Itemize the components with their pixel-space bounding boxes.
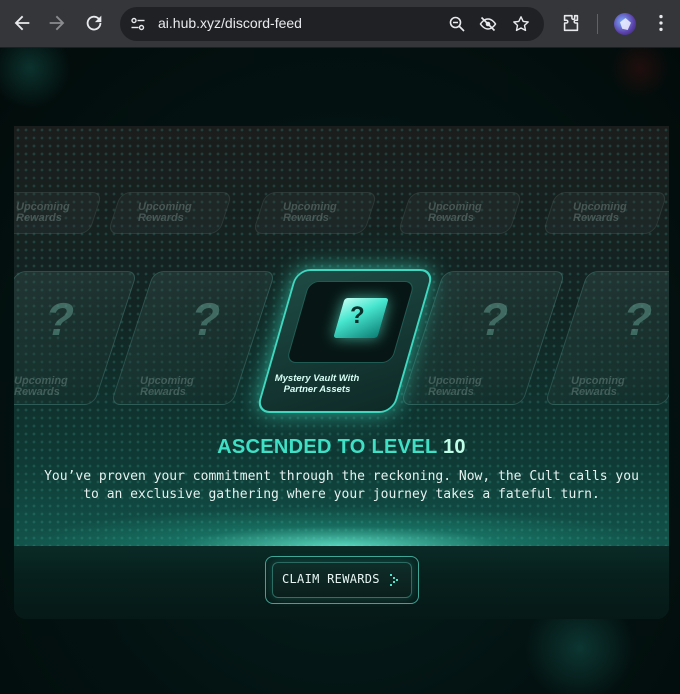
more-vert-icon[interactable]: [650, 12, 672, 34]
zoom-icon[interactable]: [448, 15, 466, 33]
arrow-left-icon: [14, 15, 30, 31]
level-headline: ASCENDED TO LEVEL 10: [14, 436, 669, 459]
reward-tile-label: Upcoming Rewards: [428, 201, 482, 224]
reward-tile-label: Upcoming Rewards: [573, 201, 627, 224]
extensions-icon[interactable]: [560, 12, 582, 34]
reward-tile-label: Upcoming Rewards: [571, 375, 625, 398]
address-bar[interactable]: ai.hub.xyz/discord-feed: [120, 7, 544, 41]
claim-rewards-label: CLAIM REWARDS: [282, 572, 380, 586]
star-icon[interactable]: [512, 15, 530, 33]
reward-tile-label: Upcoming Rewards: [283, 201, 337, 224]
reward-tile-label: Upcoming Rewards: [140, 375, 194, 398]
profile-avatar[interactable]: [614, 13, 636, 35]
arrow-right-icon: [49, 15, 65, 31]
reload-icon: [86, 15, 102, 31]
featured-reward-label: Mystery Vault With Partner Assets: [274, 373, 360, 395]
level-description: You’ve proven your commitment through th…: [44, 469, 639, 502]
browser-toolbar: ai.hub.xyz/discord-feed: [0, 0, 680, 48]
reward-modal: Upcoming Rewards Upcoming Rewards Upcoming…: [14, 126, 669, 619]
claim-rewards-button[interactable]: CLAIM REWARDS: [272, 562, 412, 598]
eye-off-icon[interactable]: [479, 15, 497, 33]
mystery-cube-question-mark: ?: [350, 302, 365, 329]
reward-tile-label: Upcoming Rewards: [14, 375, 68, 398]
reload-button[interactable]: [83, 12, 105, 34]
tune-icon[interactable]: [130, 16, 146, 32]
back-button[interactable]: [11, 12, 33, 34]
level-number: 10: [442, 436, 466, 458]
chevron-right-icon: [390, 574, 398, 586]
reward-stage: Upcoming Rewards Upcoming Rewards Upcoming…: [14, 126, 669, 546]
toolbar-divider: [597, 14, 598, 34]
level-headline-prefix: ASCENDED TO LEVEL: [217, 436, 438, 458]
forward-button[interactable]: [46, 12, 68, 34]
claim-button-frame: CLAIM REWARDS: [265, 556, 419, 604]
reward-tile-label: Upcoming Rewards: [428, 375, 482, 398]
reward-tile-label: Upcoming Rewards: [16, 201, 70, 224]
reward-tile-label: Upcoming Rewards: [138, 201, 192, 224]
url-text[interactable]: ai.hub.xyz/discord-feed: [158, 15, 302, 31]
